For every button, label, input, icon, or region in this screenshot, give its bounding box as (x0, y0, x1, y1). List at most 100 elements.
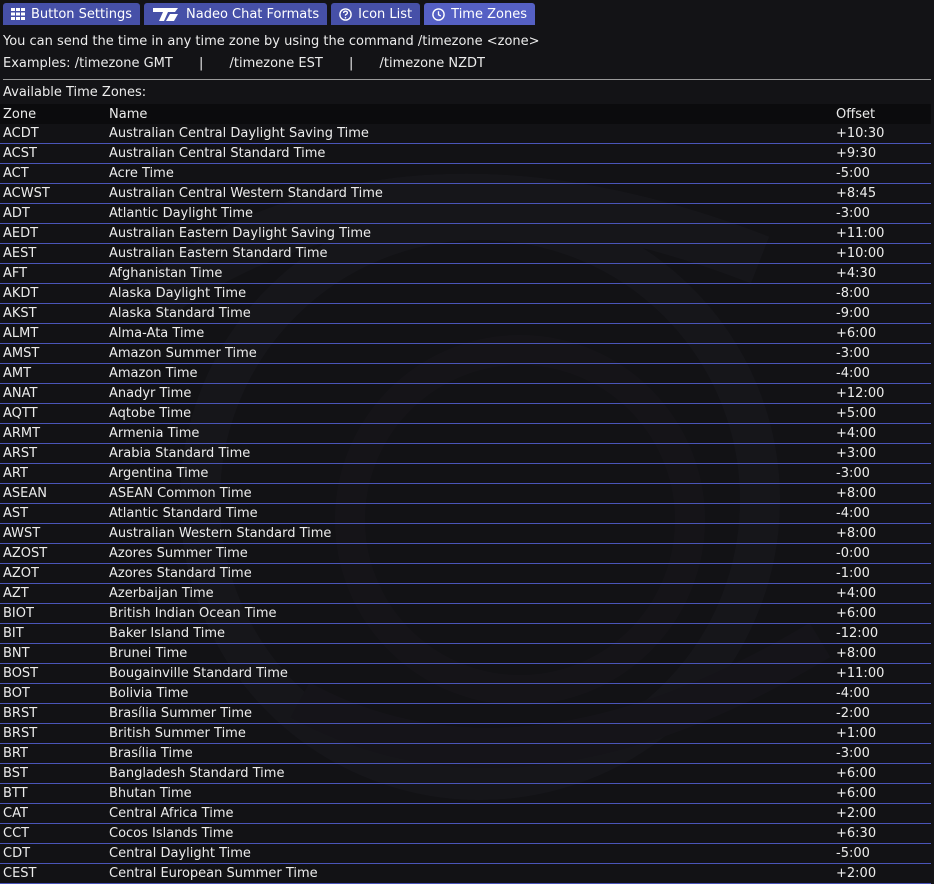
tab-time-zones[interactable]: Time Zones (424, 3, 535, 25)
name-cell: Australian Eastern Standard Time (106, 243, 833, 264)
zone-cell: ADT (0, 203, 106, 224)
offset-cell: -4:00 (833, 363, 931, 384)
table-row: AQTT Aqtobe Time +5:00 (0, 403, 931, 424)
zone-cell: BIT (0, 623, 106, 644)
tab-button-settings[interactable]: Button Settings (3, 3, 140, 25)
name-cell: Australian Eastern Daylight Saving Time (106, 223, 833, 244)
clock-icon (432, 7, 445, 21)
name-cell: Cocos Islands Time (106, 823, 833, 844)
table-header-row: Zone Name Offset (0, 104, 931, 124)
table-row: CCT Cocos Islands Time +6:30 (0, 823, 931, 844)
zone-cell: AKDT (0, 283, 106, 304)
table-row: AMT Amazon Time -4:00 (0, 363, 931, 384)
table-row: BRT Brasília Time -3:00 (0, 743, 931, 764)
separator: | (348, 56, 354, 71)
table-row: ARMT Armenia Time +4:00 (0, 423, 931, 444)
name-cell: Atlantic Daylight Time (106, 203, 833, 224)
zone-cell: ART (0, 463, 106, 484)
zone-cell: ACT (0, 163, 106, 184)
offset-cell: +11:00 (833, 663, 931, 684)
table-row: BNT Brunei Time +8:00 (0, 643, 931, 664)
offset-cell: +6:00 (833, 783, 931, 804)
zone-cell: AFT (0, 263, 106, 284)
offset-cell: +3:00 (833, 443, 931, 464)
name-cell: Central Daylight Time (106, 843, 833, 864)
offset-cell: +10:30 (833, 124, 931, 144)
name-cell: Australian Central Standard Time (106, 143, 833, 164)
table-row: ART Argentina Time -3:00 (0, 463, 931, 484)
name-cell: Australian Central Western Standard Time (106, 183, 833, 204)
zone-cell: BST (0, 763, 106, 784)
table-row: BOST Bougainville Standard Time +11:00 (0, 663, 931, 684)
table-row: AKDT Alaska Daylight Time -8:00 (0, 283, 931, 304)
offset-cell: -5:00 (833, 163, 931, 184)
tab-nadeo-chat-formats[interactable]: Nadeo Chat Formats (144, 3, 328, 25)
zone-cell: ANAT (0, 383, 106, 404)
offset-cell: +2:00 (833, 803, 931, 824)
offset-cell: +8:00 (833, 483, 931, 504)
offset-cell: +6:30 (833, 823, 931, 844)
zone-cell: AMT (0, 363, 106, 384)
offset-cell: -5:00 (833, 843, 931, 864)
offset-cell: -4:00 (833, 683, 931, 704)
name-cell: Azores Summer Time (106, 543, 833, 564)
name-cell: Australian Western Standard Time (106, 523, 833, 544)
name-cell: Amazon Time (106, 363, 833, 384)
offset-cell: -3:00 (833, 743, 931, 764)
name-cell: Amazon Summer Time (106, 343, 833, 364)
name-cell: British Summer Time (106, 723, 833, 744)
example-command: /timezone EST (229, 56, 323, 71)
table-row: CEST Central European Summer Time +2:00 (0, 863, 931, 884)
zone-cell: ASEAN (0, 483, 106, 504)
table-row: ANAT Anadyr Time +12:00 (0, 383, 931, 404)
zone-cell: AEST (0, 243, 106, 264)
table-row: BIT Baker Island Time -12:00 (0, 623, 931, 644)
name-cell: Brasília Time (106, 743, 833, 764)
zone-cell: CEST (0, 863, 106, 884)
table-row: AKST Alaska Standard Time -9:00 (0, 303, 931, 324)
offset-cell: +8:00 (833, 523, 931, 544)
name-cell: Afghanistan Time (106, 263, 833, 284)
name-cell: Bangladesh Standard Time (106, 763, 833, 784)
column-header-name: Name (106, 104, 833, 124)
zone-cell: ACWST (0, 183, 106, 204)
zone-cell: BRST (0, 703, 106, 724)
name-cell: Argentina Time (106, 463, 833, 484)
zone-cell: BRST (0, 723, 106, 744)
offset-cell: +9:30 (833, 143, 931, 164)
table-row: AZOST Azores Summer Time -0:00 (0, 543, 931, 564)
offset-cell: -9:00 (833, 303, 931, 324)
offset-cell: +2:00 (833, 863, 931, 884)
name-cell: British Indian Ocean Time (106, 603, 833, 624)
available-time-zones-heading: Available Time Zones: (3, 85, 147, 100)
offset-cell: +6:00 (833, 603, 931, 624)
zone-cell: BIOT (0, 603, 106, 624)
offset-cell: -12:00 (833, 623, 931, 644)
name-cell: Azores Standard Time (106, 563, 833, 584)
zone-cell: AKST (0, 303, 106, 324)
zone-cell: AQTT (0, 403, 106, 424)
trackmania-logo-icon (152, 6, 180, 22)
zone-cell: AST (0, 503, 106, 524)
offset-cell: -4:00 (833, 503, 931, 524)
name-cell: Aqtobe Time (106, 403, 833, 424)
name-cell: Bougainville Standard Time (106, 663, 833, 684)
tab-label: Time Zones (451, 6, 527, 22)
offset-cell: -0:00 (833, 543, 931, 564)
tab-icon-list[interactable]: Icon List (331, 3, 421, 25)
tab-bar: Button Settings Nadeo Chat Formats Icon … (0, 0, 934, 25)
offset-cell: -3:00 (833, 463, 931, 484)
offset-cell: +1:00 (833, 723, 931, 744)
zone-cell: BOT (0, 683, 106, 704)
examples-line: Examples: /timezone GMT | /timezone EST … (3, 53, 931, 75)
table-row: AEST Australian Eastern Standard Time +10:… (0, 243, 931, 264)
offset-cell: -8:00 (833, 283, 931, 304)
table-row: AMST Amazon Summer Time -3:00 (0, 343, 931, 364)
table-row: ACDT Australian Central Daylight Saving T… (0, 124, 931, 144)
separator: | (198, 56, 204, 71)
zone-cell: ACDT (0, 124, 106, 144)
example-command: /timezone GMT (74, 56, 173, 71)
name-cell: Brunei Time (106, 643, 833, 664)
name-cell: Bhutan Time (106, 783, 833, 804)
table-row: CAT Central Africa Time +2:00 (0, 803, 931, 824)
